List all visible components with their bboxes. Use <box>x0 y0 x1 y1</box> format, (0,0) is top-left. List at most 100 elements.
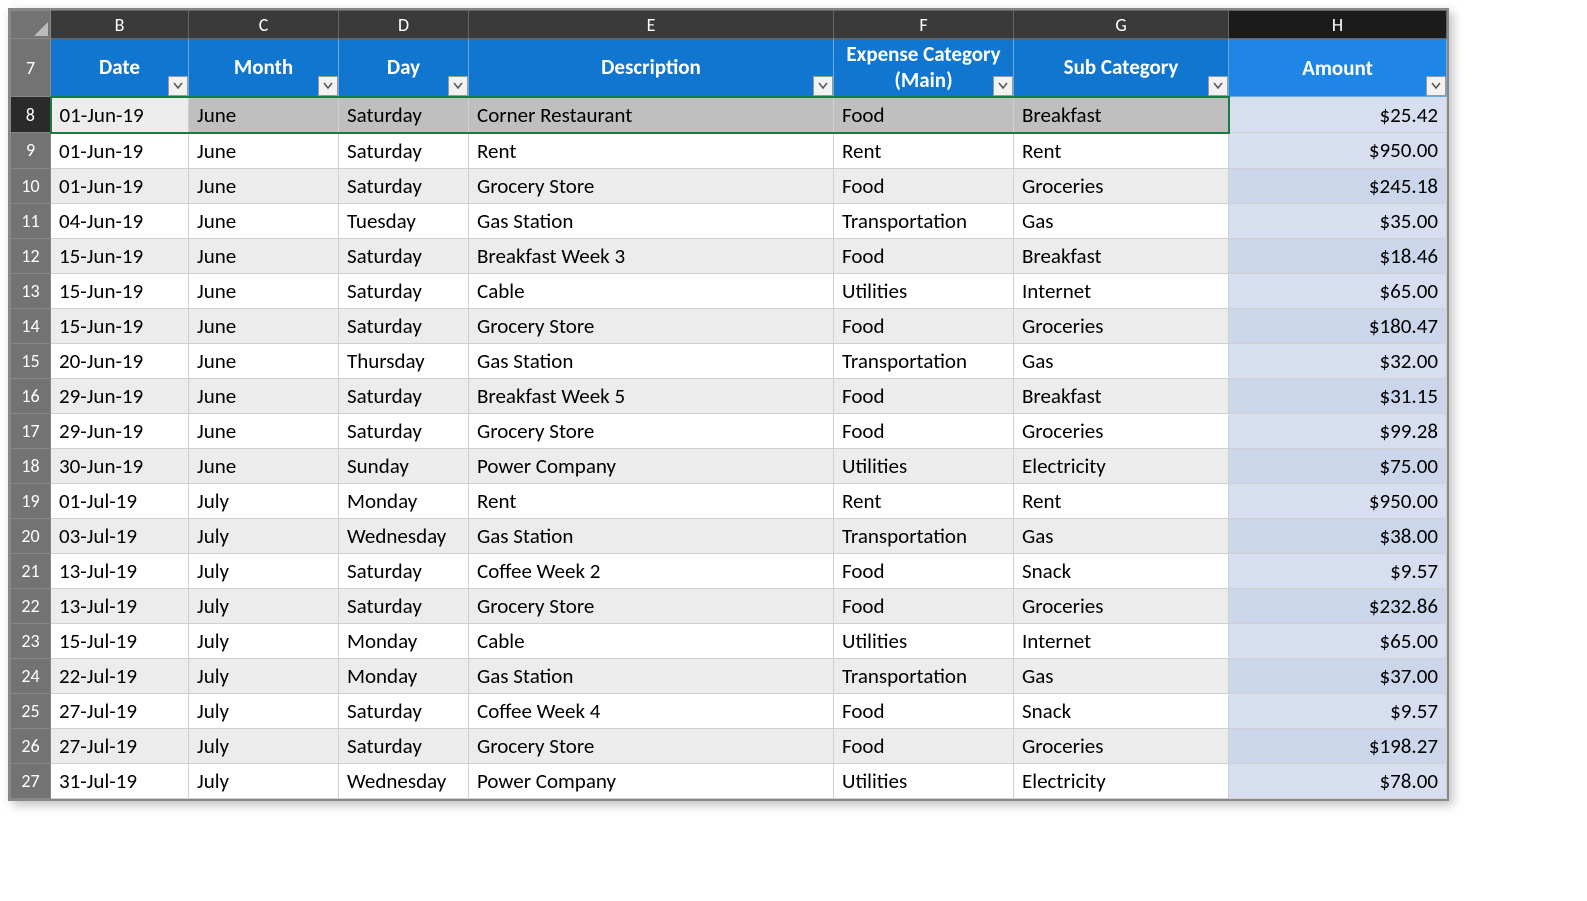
cell-amount[interactable]: $31.15 <box>1229 378 1447 413</box>
cell-day[interactable]: Wednesday <box>339 518 469 553</box>
cell-date[interactable]: 15-Jul-19 <box>51 623 189 658</box>
filter-button[interactable] <box>993 76 1013 96</box>
cell-amount[interactable]: $25.42 <box>1229 97 1447 133</box>
cell-day[interactable]: Saturday <box>339 553 469 588</box>
cell-description[interactable]: Breakfast Week 3 <box>469 238 834 273</box>
cell-amount[interactable]: $65.00 <box>1229 273 1447 308</box>
cell-category[interactable]: Food <box>834 728 1014 763</box>
cell-subcategory[interactable]: Breakfast <box>1014 238 1229 273</box>
header-subcategory[interactable]: Sub Category <box>1014 39 1229 97</box>
cell-category[interactable]: Food <box>834 238 1014 273</box>
cell-category[interactable]: Food <box>834 378 1014 413</box>
cell-subcategory[interactable]: Gas <box>1014 518 1229 553</box>
row-header[interactable]: 21 <box>11 553 51 588</box>
row-header[interactable]: 10 <box>11 168 51 203</box>
row-header[interactable]: 19 <box>11 483 51 518</box>
cell-amount[interactable]: $99.28 <box>1229 413 1447 448</box>
cell-amount[interactable]: $18.46 <box>1229 238 1447 273</box>
cell-category[interactable]: Food <box>834 413 1014 448</box>
cell-subcategory[interactable]: Rent <box>1014 483 1229 518</box>
cell-date[interactable]: 29-Jun-19 <box>51 413 189 448</box>
cell-month[interactable]: June <box>189 273 339 308</box>
cell-month[interactable]: July <box>189 623 339 658</box>
cell-description[interactable]: Power Company <box>469 763 834 798</box>
cell-amount[interactable]: $78.00 <box>1229 763 1447 798</box>
cell-amount[interactable]: $950.00 <box>1229 483 1447 518</box>
row-header[interactable]: 23 <box>11 623 51 658</box>
cell-amount[interactable]: $65.00 <box>1229 623 1447 658</box>
cell-category[interactable]: Utilities <box>834 623 1014 658</box>
cell-date[interactable]: 20-Jun-19 <box>51 343 189 378</box>
cell-description[interactable]: Coffee Week 2 <box>469 553 834 588</box>
cell-description[interactable]: Corner Restaurant <box>469 97 834 133</box>
cell-category[interactable]: Food <box>834 553 1014 588</box>
row-header[interactable]: 16 <box>11 378 51 413</box>
cell-date[interactable]: 13-Jul-19 <box>51 553 189 588</box>
cell-subcategory[interactable]: Electricity <box>1014 448 1229 483</box>
col-header-G[interactable]: G <box>1014 11 1229 39</box>
row-header[interactable]: 15 <box>11 343 51 378</box>
cell-date[interactable]: 31-Jul-19 <box>51 763 189 798</box>
row-header[interactable]: 25 <box>11 693 51 728</box>
cell-amount[interactable]: $232.86 <box>1229 588 1447 623</box>
header-amount[interactable]: Amount <box>1229 39 1447 97</box>
cell-category[interactable]: Utilities <box>834 448 1014 483</box>
row-header[interactable]: 22 <box>11 588 51 623</box>
cell-category[interactable]: Food <box>834 168 1014 203</box>
cell-description[interactable]: Grocery Store <box>469 413 834 448</box>
cell-subcategory[interactable]: Rent <box>1014 133 1229 169</box>
col-header-D[interactable]: D <box>339 11 469 39</box>
cell-description[interactable]: Grocery Store <box>469 588 834 623</box>
cell-month[interactable]: July <box>189 728 339 763</box>
cell-day[interactable]: Saturday <box>339 588 469 623</box>
cell-date[interactable]: 15-Jun-19 <box>51 238 189 273</box>
header-day[interactable]: Day <box>339 39 469 97</box>
cell-subcategory[interactable]: Electricity <box>1014 763 1229 798</box>
cell-month[interactable]: June <box>189 448 339 483</box>
cell-amount[interactable]: $180.47 <box>1229 308 1447 343</box>
cell-subcategory[interactable]: Gas <box>1014 658 1229 693</box>
cell-amount[interactable]: $32.00 <box>1229 343 1447 378</box>
cell-description[interactable]: Cable <box>469 623 834 658</box>
cell-subcategory[interactable]: Groceries <box>1014 413 1229 448</box>
cell-month[interactable]: June <box>189 308 339 343</box>
cell-description[interactable]: Cable <box>469 273 834 308</box>
cell-subcategory[interactable]: Groceries <box>1014 308 1229 343</box>
cell-day[interactable]: Monday <box>339 623 469 658</box>
cell-category[interactable]: Food <box>834 308 1014 343</box>
cell-subcategory[interactable]: Breakfast <box>1014 378 1229 413</box>
cell-description[interactable]: Gas Station <box>469 518 834 553</box>
cell-subcategory[interactable]: Internet <box>1014 623 1229 658</box>
cell-description[interactable]: Gas Station <box>469 203 834 238</box>
cell-description[interactable]: Grocery Store <box>469 308 834 343</box>
cell-amount[interactable]: $9.57 <box>1229 693 1447 728</box>
row-header[interactable]: 8 <box>11 97 51 133</box>
cell-subcategory[interactable]: Groceries <box>1014 728 1229 763</box>
cell-amount[interactable]: $35.00 <box>1229 203 1447 238</box>
cell-month[interactable]: July <box>189 588 339 623</box>
cell-description[interactable]: Rent <box>469 133 834 169</box>
cell-month[interactable]: June <box>189 133 339 169</box>
cell-subcategory[interactable]: Gas <box>1014 203 1229 238</box>
filter-button[interactable] <box>448 76 468 96</box>
row-header[interactable]: 13 <box>11 273 51 308</box>
filter-button[interactable] <box>1426 76 1446 96</box>
header-month[interactable]: Month <box>189 39 339 97</box>
cell-subcategory[interactable]: Snack <box>1014 553 1229 588</box>
cell-month[interactable]: June <box>189 343 339 378</box>
cell-description[interactable]: Power Company <box>469 448 834 483</box>
col-header-F[interactable]: F <box>834 11 1014 39</box>
cell-category[interactable]: Utilities <box>834 763 1014 798</box>
cell-date[interactable]: 15-Jun-19 <box>51 273 189 308</box>
cell-amount[interactable]: $75.00 <box>1229 448 1447 483</box>
cell-day[interactable]: Saturday <box>339 133 469 169</box>
filter-button[interactable] <box>168 76 188 96</box>
row-header[interactable]: 9 <box>11 133 51 169</box>
cell-category[interactable]: Rent <box>834 483 1014 518</box>
cell-date[interactable]: 29-Jun-19 <box>51 378 189 413</box>
cell-day[interactable]: Monday <box>339 483 469 518</box>
cell-category[interactable]: Transportation <box>834 518 1014 553</box>
col-header-B[interactable]: B <box>51 11 189 39</box>
cell-month[interactable]: July <box>189 693 339 728</box>
cell-month[interactable]: June <box>189 168 339 203</box>
